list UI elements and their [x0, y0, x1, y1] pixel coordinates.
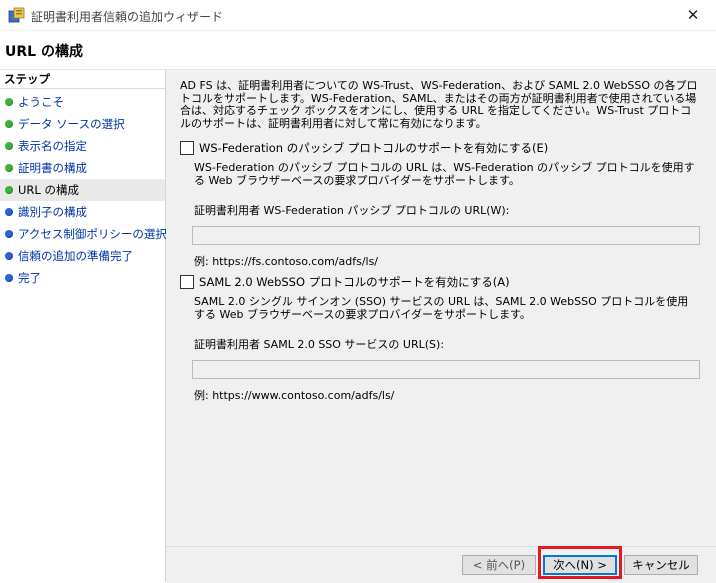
sidebar-step: 証明書の構成 — [0, 157, 165, 179]
wsfed-url-input[interactable] — [192, 226, 700, 245]
sidebar-step-label: URL の構成 — [18, 183, 79, 197]
sidebar-step-label: 完了 — [18, 271, 41, 285]
wsfed-example: 例: https://fs.contoso.com/adfs/ls/ — [194, 255, 379, 268]
step-status-icon — [5, 98, 13, 106]
cancel-button[interactable]: キャンセル — [624, 555, 698, 575]
sidebar-step-label: 信頼の追加の準備完了 — [18, 249, 133, 263]
sidebar-step: 表示名の指定 — [0, 135, 165, 157]
saml-example: 例: https://www.contoso.com/adfs/ls/ — [194, 389, 395, 402]
sidebar-step: URL の構成 — [0, 179, 165, 201]
step-status-icon — [5, 252, 13, 260]
back-button[interactable]: < 前へ(P) — [462, 555, 536, 575]
step-status-icon — [5, 274, 13, 282]
sidebar-step: 信頼の追加の準備完了 — [0, 245, 165, 267]
window-title: 証明書利用者信頼の追加ウィザード — [31, 10, 224, 24]
step-status-icon — [5, 230, 13, 238]
step-status-icon — [5, 186, 13, 194]
saml-description: SAML 2.0 シングル サインオン (SSO) サービスの URL は、SA… — [194, 295, 689, 321]
wsfed-checkbox-row[interactable]: WS-Federation のパッシブ プロトコルのサポートを有効にする(E) — [180, 140, 705, 158]
saml-section: SAML 2.0 WebSSO プロトコルのサポートを有効にする(A) SAML… — [180, 274, 705, 403]
button-bar: < 前へ(P) 次へ(N) > キャンセル — [166, 546, 716, 583]
sidebar-step-label: 識別子の構成 — [18, 205, 87, 219]
sidebar-step: ようこそ — [0, 91, 165, 113]
title-bar: 証明書利用者信頼の追加ウィザード ✕ — [0, 0, 716, 31]
sidebar-step-label: 証明書の構成 — [18, 161, 87, 175]
sidebar-step: アクセス制御ポリシーの選択 — [0, 223, 167, 245]
step-status-icon — [5, 208, 13, 216]
wsfed-url-label: 証明書利用者 WS-Federation パッシブ プロトコルの URL(W): — [194, 204, 510, 217]
sidebar-step-label: 表示名の指定 — [18, 139, 87, 153]
step-status-icon — [5, 164, 13, 172]
sidebar-step: 識別子の構成 — [0, 201, 165, 223]
sidebar-step: データ ソースの選択 — [0, 113, 165, 135]
intro-text: AD FS は、証明書利用者についての WS-Trust、WS-Federati… — [180, 79, 698, 130]
saml-checkbox[interactable] — [180, 275, 194, 289]
step-status-icon — [5, 120, 13, 128]
steps-sidebar: ステップ ようこそデータ ソースの選択 表示名の指定 証明書の構成 URL の構成 識別… — [0, 70, 167, 582]
saml-checkbox-label[interactable]: SAML 2.0 WebSSO プロトコルのサポートを有効にする(A) — [199, 274, 510, 290]
steps-heading: ステップ — [0, 70, 165, 89]
wsfed-checkbox[interactable] — [180, 141, 194, 155]
wsfed-checkbox-label[interactable]: WS-Federation のパッシブ プロトコルのサポートを有効にする(E) — [199, 140, 548, 156]
sidebar-step-label: アクセス制御ポリシーの選択 — [18, 227, 167, 241]
steps-list: ようこそデータ ソースの選択 表示名の指定 証明書の構成 URL の構成 識別子の構成ア… — [0, 91, 167, 289]
page-title: URL の構成 — [5, 44, 83, 60]
wsfed-description: WS-Federation のパッシブ プロトコルの URL は、WS-Fede… — [194, 161, 695, 187]
wsfed-section: WS-Federation のパッシブ プロトコルのサポートを有効にする(E) … — [180, 140, 705, 269]
saml-url-input[interactable] — [192, 360, 700, 379]
wizard-icon — [8, 6, 26, 24]
sidebar-step: 完了 — [0, 267, 165, 289]
close-icon[interactable]: ✕ — [670, 0, 716, 30]
main-content: AD FS は、証明書利用者についての WS-Trust、WS-Federati… — [166, 70, 716, 546]
saml-checkbox-row[interactable]: SAML 2.0 WebSSO プロトコルのサポートを有効にする(A) — [180, 274, 705, 292]
step-status-icon — [5, 142, 13, 150]
page-header: URL の構成 — [0, 31, 716, 70]
sidebar-step-label: データ ソースの選択 — [18, 117, 125, 131]
next-button[interactable]: 次へ(N) > — [543, 555, 617, 575]
saml-url-label: 証明書利用者 SAML 2.0 SSO サービスの URL(S): — [194, 338, 445, 351]
sidebar-step-label: ようこそ — [18, 95, 64, 109]
